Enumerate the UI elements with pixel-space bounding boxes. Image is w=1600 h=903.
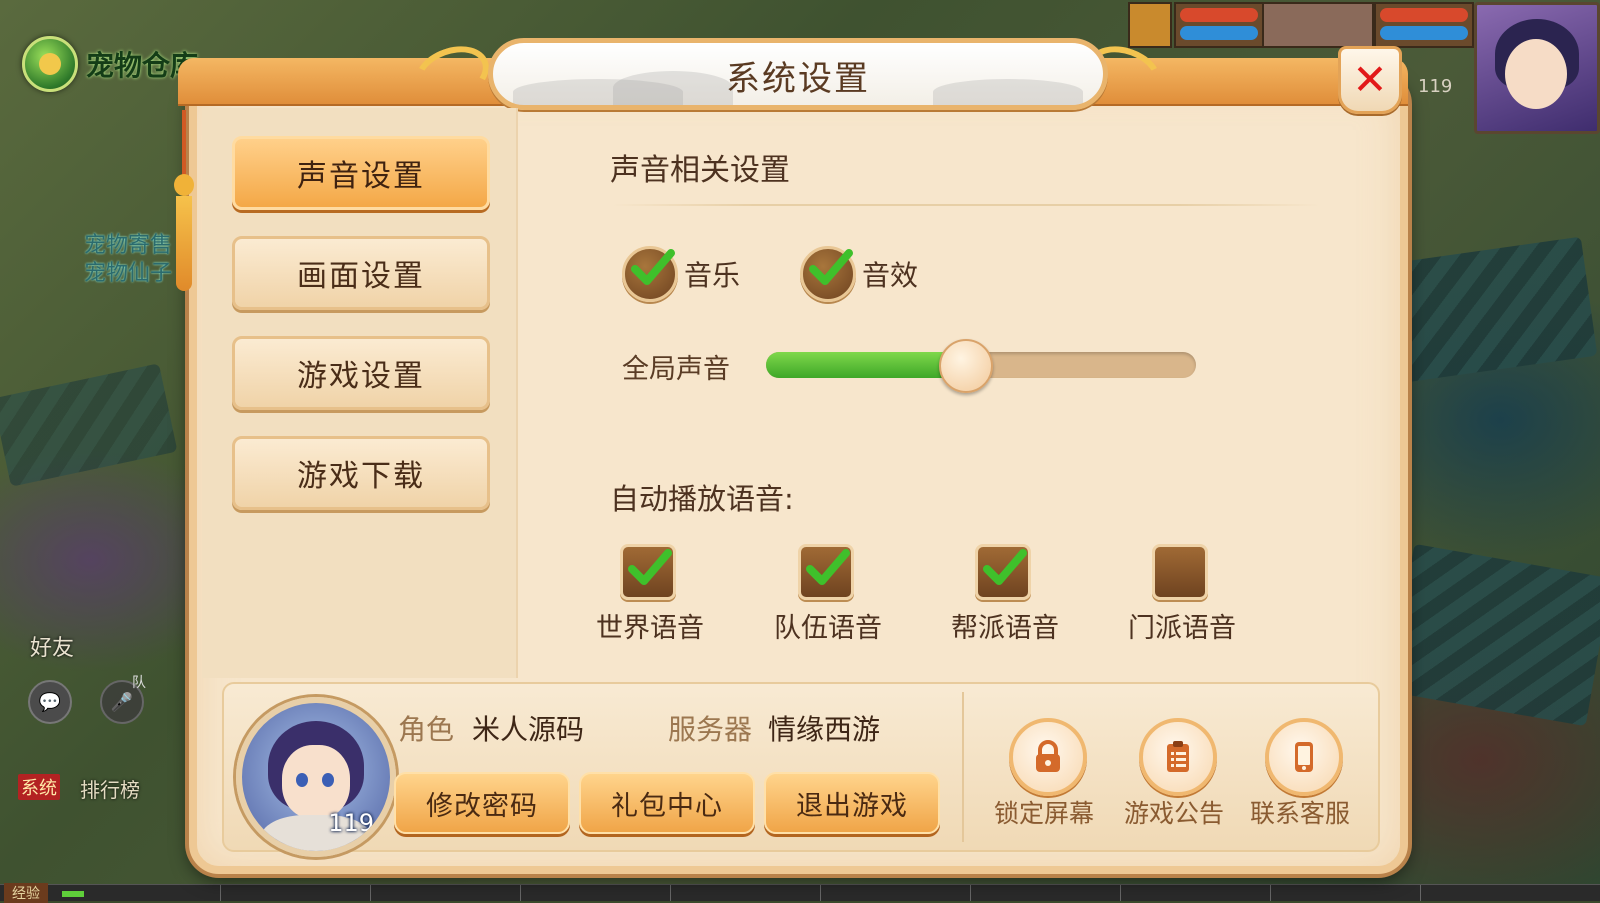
player-status-bars bbox=[1374, 2, 1474, 48]
close-button[interactable]: ✕ bbox=[1338, 46, 1402, 114]
music-label: 音乐 bbox=[684, 259, 741, 292]
server-value: 情缘西游 bbox=[768, 713, 881, 746]
sound-effects-label: 音效 bbox=[862, 259, 919, 292]
building-roof bbox=[0, 363, 178, 487]
world-voice-checkbox[interactable] bbox=[620, 544, 676, 600]
tassel-decoration bbox=[174, 110, 194, 291]
mp-bar bbox=[1180, 26, 1258, 40]
pet-orb-icon bbox=[22, 36, 78, 92]
volume-slider-knob[interactable] bbox=[938, 339, 993, 393]
lock-screen-button[interactable] bbox=[1009, 718, 1087, 796]
tab-display-settings[interactable]: 画面设置 bbox=[232, 236, 490, 310]
tab-sound-settings[interactable]: 声音设置 bbox=[232, 136, 490, 210]
team-voice-checkbox[interactable] bbox=[798, 544, 854, 600]
checkmark-icon bbox=[809, 249, 853, 285]
close-x-icon: ✕ bbox=[1352, 55, 1388, 104]
gift-center-button[interactable]: 礼包中心 bbox=[579, 772, 755, 834]
section-divider bbox=[612, 204, 1320, 206]
dialog-title: 系统设置 bbox=[726, 59, 870, 99]
exit-game-button[interactable]: 退出游戏 bbox=[764, 772, 940, 834]
role-key: 角色 bbox=[398, 713, 455, 746]
checkmark-icon bbox=[806, 549, 850, 585]
lock-icon bbox=[1036, 740, 1060, 772]
lock-screen-label: 锁定屏幕 bbox=[993, 799, 1094, 828]
npc-line: 宠物寄售 bbox=[84, 233, 173, 258]
player-level-badge: 119 bbox=[328, 809, 374, 837]
dialog-title-plaque: 系统设置 bbox=[488, 38, 1108, 110]
server-key: 服务器 bbox=[668, 713, 753, 746]
chat-bubble-icon[interactable]: 💬 bbox=[28, 680, 72, 724]
player-level-top: 119 bbox=[1418, 76, 1453, 97]
sound-section-title: 声音相关设置 bbox=[610, 153, 790, 188]
game-announcement-button[interactable] bbox=[1139, 718, 1217, 796]
guild-voice-checkbox[interactable] bbox=[975, 544, 1031, 600]
experience-bar: 经验 bbox=[0, 883, 1600, 903]
exp-fill bbox=[62, 891, 84, 897]
sect-voice-checkbox[interactable] bbox=[1152, 544, 1208, 600]
friends-button[interactable]: 好友 bbox=[30, 630, 74, 662]
info-bar-divider bbox=[962, 692, 964, 842]
pet-status-icon[interactable] bbox=[1128, 2, 1172, 48]
system-channel-tag: 系统 bbox=[18, 774, 60, 800]
checkmark-icon bbox=[631, 249, 675, 285]
exp-label: 经验 bbox=[4, 883, 48, 903]
clipboard-icon bbox=[1167, 741, 1189, 772]
hp-bar bbox=[1180, 8, 1258, 22]
npc-line: 宠物仙子 bbox=[84, 261, 173, 286]
game-announcement-label: 游戏公告 bbox=[1123, 799, 1224, 828]
pet-portrait[interactable] bbox=[1262, 2, 1374, 48]
phone-icon bbox=[1295, 742, 1313, 772]
team-voice-label: 队 bbox=[132, 675, 146, 691]
contact-support-label: 联系客服 bbox=[1249, 799, 1350, 828]
tab-game-settings[interactable]: 游戏设置 bbox=[232, 336, 490, 410]
volume-slider-fill bbox=[766, 352, 964, 378]
tab-game-download[interactable]: 游戏下载 bbox=[232, 436, 490, 510]
world-voice-label: 世界语音 bbox=[596, 613, 704, 644]
team-voice-label: 队伍语音 bbox=[774, 613, 882, 644]
ranking-button[interactable]: 排行榜 bbox=[80, 774, 140, 803]
guild-voice-label: 帮派语音 bbox=[951, 613, 1059, 644]
pet-warehouse-entry[interactable]: 宠物仓库 bbox=[22, 36, 198, 92]
global-volume-label: 全局声音 bbox=[622, 354, 730, 385]
contact-support-button[interactable] bbox=[1265, 718, 1343, 796]
music-checkbox[interactable] bbox=[622, 246, 678, 302]
mp-bar bbox=[1380, 26, 1468, 40]
sect-voice-label: 门派语音 bbox=[1128, 613, 1236, 644]
checkmark-icon bbox=[628, 549, 672, 585]
player-portrait: 119 bbox=[236, 697, 396, 857]
global-volume-slider[interactable] bbox=[766, 339, 1196, 393]
change-password-button[interactable]: 修改密码 bbox=[394, 772, 570, 834]
settings-tab-column: 声音设置 画面设置 游戏设置 游戏下载 bbox=[202, 108, 518, 678]
checkmark-icon bbox=[983, 549, 1027, 585]
npc-name-tags: 宠物寄售 宠物仙子 bbox=[84, 232, 172, 288]
building-roof bbox=[1382, 236, 1598, 384]
auto-play-voice-title: 自动播放语音: bbox=[610, 482, 794, 516]
player-avatar-top[interactable] bbox=[1474, 2, 1600, 134]
sound-effects-checkbox[interactable] bbox=[800, 246, 856, 302]
role-value: 米人源码 bbox=[472, 713, 585, 746]
building-roof bbox=[1388, 543, 1600, 727]
pet-status-bars bbox=[1174, 2, 1264, 48]
hp-bar bbox=[1380, 8, 1468, 22]
